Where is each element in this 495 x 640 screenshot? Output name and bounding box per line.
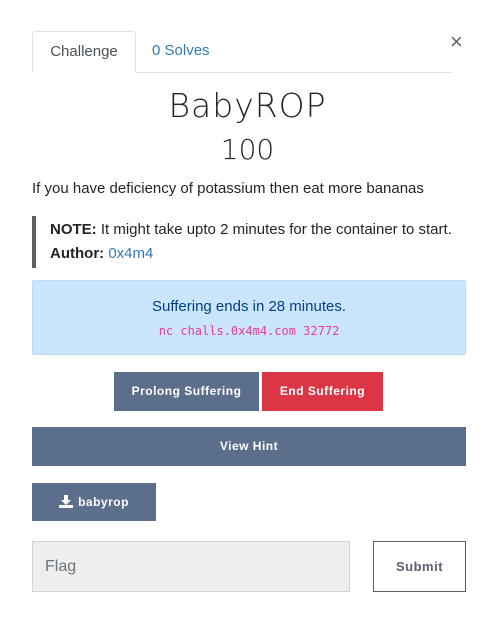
instance-status: Suffering ends in 28 minutes. (151, 298, 346, 315)
challenge-points: 100 (220, 133, 275, 166)
file-name: babyrop (78, 495, 129, 509)
note-text: It might take upto 2 minutes for the con… (96, 221, 452, 238)
connection-string: nc challs.0x4m4.com 32772 (158, 324, 340, 338)
challenge-name: BabyROP (168, 86, 327, 125)
challenge-tabs: Challenge 0 Solves (32, 31, 452, 73)
author-link[interactable]: 0x4m4 (108, 245, 153, 262)
note-blockquote: NOTE: It might take upto 2 minutes for t… (32, 216, 470, 268)
tab-challenge[interactable]: Challenge (32, 31, 136, 73)
instance-alert: Suffering ends in 28 minutes. nc challs.… (32, 280, 466, 355)
challenge-description: If you have deficiency of potassium then… (32, 180, 424, 197)
download-icon (59, 495, 74, 508)
author-label: Author: (50, 245, 105, 262)
file-download-button[interactable]: babyrop (32, 483, 156, 521)
submit-button[interactable]: Submit (373, 541, 466, 592)
flag-input[interactable] (32, 541, 350, 592)
challenge-modal: × Challenge 0 Solves BabyROP 100 If you … (0, 0, 495, 640)
note-label: NOTE: (50, 221, 97, 238)
end-instance-button[interactable]: End Suffering (262, 372, 383, 411)
prolong-button[interactable]: Prolong Suffering (114, 372, 259, 411)
tab-solves[interactable]: 0 Solves (136, 31, 226, 71)
view-hint-button[interactable]: View Hint (32, 427, 466, 466)
